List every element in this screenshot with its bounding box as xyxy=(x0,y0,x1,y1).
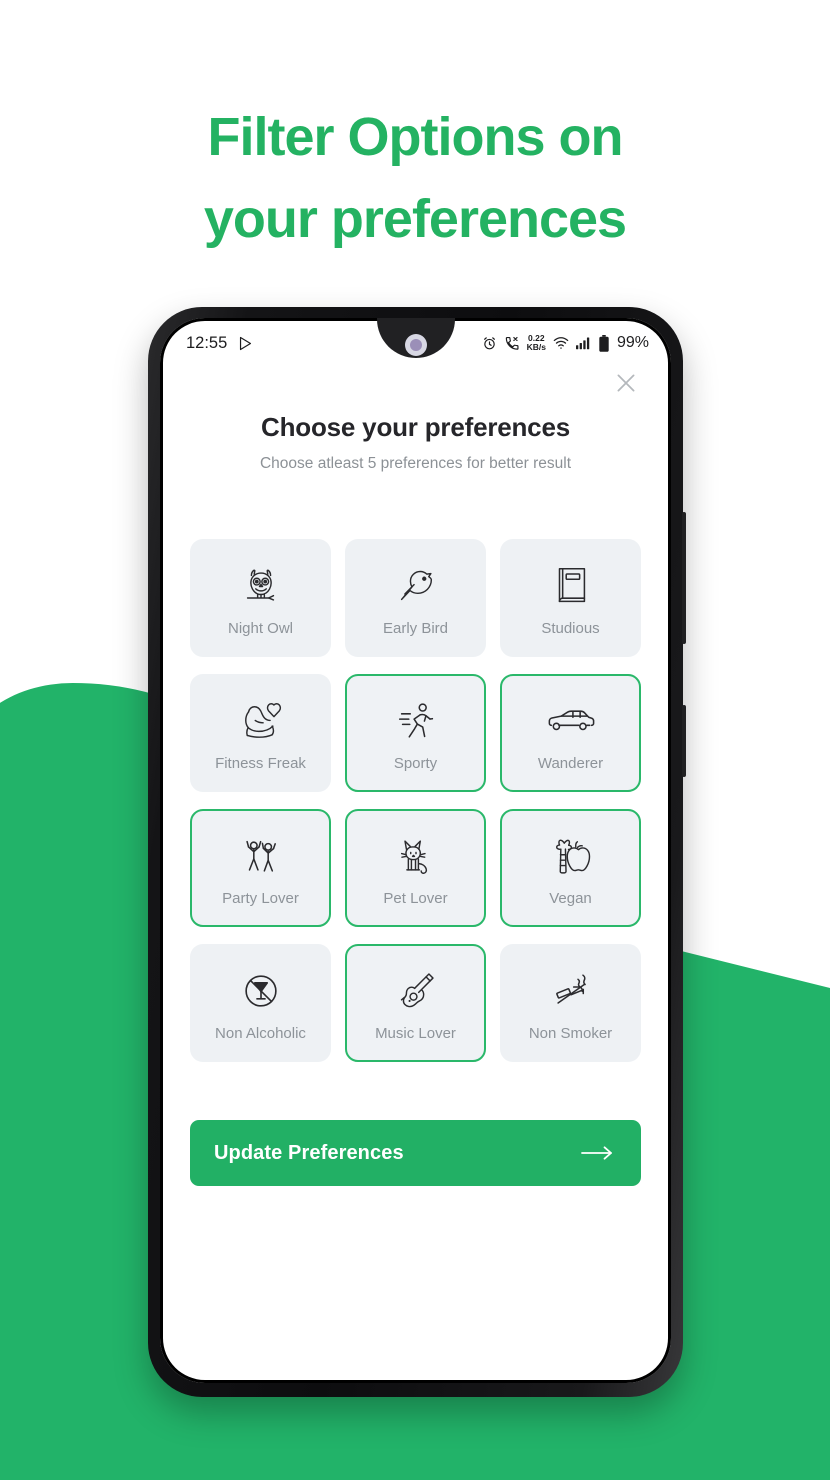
preferences-grid: Night Owl Early Bird Studious Fitness Fr… xyxy=(190,539,641,1062)
preference-card-non-alcoholic[interactable]: Non Alcoholic xyxy=(190,944,331,1062)
cta-container: Update Preferences xyxy=(190,1120,641,1186)
no-smoking-icon xyxy=(547,964,595,1018)
dancers-icon xyxy=(237,829,285,883)
update-preferences-label: Update Preferences xyxy=(214,1141,404,1164)
phone-screen: 12:55 0.22 KB/s 99% Choose your preferen… xyxy=(160,318,671,1383)
preference-card-sporty[interactable]: Sporty xyxy=(345,674,486,792)
preference-card-pet-lover[interactable]: Pet Lover xyxy=(345,809,486,927)
arrow-right-icon xyxy=(579,1143,615,1163)
headline-line-2: your preferences xyxy=(203,189,627,250)
preference-label: Sporty xyxy=(393,755,438,772)
preference-label: Studious xyxy=(541,620,600,637)
alarm-clock-icon xyxy=(482,336,497,351)
preference-card-studious[interactable]: Studious xyxy=(500,539,641,657)
preference-card-vegan[interactable]: Vegan xyxy=(500,809,641,927)
preference-label: Party Lover xyxy=(222,890,299,907)
guitar-icon xyxy=(392,964,440,1018)
headline-line-1: Filter Options on xyxy=(207,107,624,167)
front-camera-icon xyxy=(404,334,427,356)
sheet-title: Choose your preferences xyxy=(261,412,570,442)
preference-card-music-lover[interactable]: Music Lover xyxy=(345,944,486,1062)
car-icon xyxy=(546,694,596,748)
preference-card-early-bird[interactable]: Early Bird xyxy=(345,539,486,657)
sheet-subtitle: Choose atleast 5 preferences for better … xyxy=(259,455,572,472)
phone-mockup: 12:55 0.22 KB/s 99% Choose your preferen… xyxy=(148,307,686,1397)
power-button[interactable] xyxy=(682,705,686,777)
preference-card-night-owl[interactable]: Night Owl xyxy=(190,539,331,657)
preference-card-non-smoker[interactable]: Non Smoker xyxy=(500,944,641,1062)
play-triangle-icon xyxy=(237,335,254,352)
network-speed-unit: KB/s xyxy=(526,342,546,352)
battery-full-icon xyxy=(599,334,609,352)
preference-card-wanderer[interactable]: Wanderer xyxy=(500,674,641,792)
status-time: 12:55 xyxy=(186,333,228,352)
owl-icon xyxy=(238,559,284,613)
preference-label: Vegan xyxy=(549,890,592,907)
carrot-apple-icon xyxy=(548,829,594,883)
preference-label: Wanderer xyxy=(537,755,604,772)
bird-icon xyxy=(393,559,439,613)
preference-card-fitness-freak[interactable]: Fitness Freak xyxy=(190,674,331,792)
preferences-sheet: Choose your preferences Choose atleast 5… xyxy=(160,362,671,1186)
preference-label: Non Alcoholic xyxy=(215,1025,306,1042)
preference-label: Music Lover xyxy=(375,1025,456,1042)
cellular-signal-icon xyxy=(575,336,592,350)
no-alcohol-icon xyxy=(238,964,284,1018)
volume-button[interactable] xyxy=(682,512,686,644)
preference-card-party-lover[interactable]: Party Lover xyxy=(190,809,331,927)
cat-icon xyxy=(394,829,438,883)
book-icon xyxy=(551,559,591,613)
bicep-heart-icon xyxy=(237,694,285,748)
network-speed-indicator: 0.22 KB/s xyxy=(527,334,546,352)
preference-label: Night Owl xyxy=(227,620,294,637)
runner-icon xyxy=(393,694,439,748)
page-headline: Filter Options on your preferences xyxy=(0,96,830,260)
preference-label: Fitness Freak xyxy=(215,755,306,772)
close-x-icon[interactable] xyxy=(609,366,643,400)
preference-label: Pet Lover xyxy=(383,890,448,907)
preference-label: Non Smoker xyxy=(528,1025,613,1042)
wifi-icon xyxy=(553,336,569,350)
phone-missed-icon xyxy=(504,336,520,351)
update-preferences-button[interactable]: Update Preferences xyxy=(190,1120,641,1186)
preference-label: Early Bird xyxy=(382,620,449,637)
battery-percent: 99% xyxy=(616,334,649,351)
